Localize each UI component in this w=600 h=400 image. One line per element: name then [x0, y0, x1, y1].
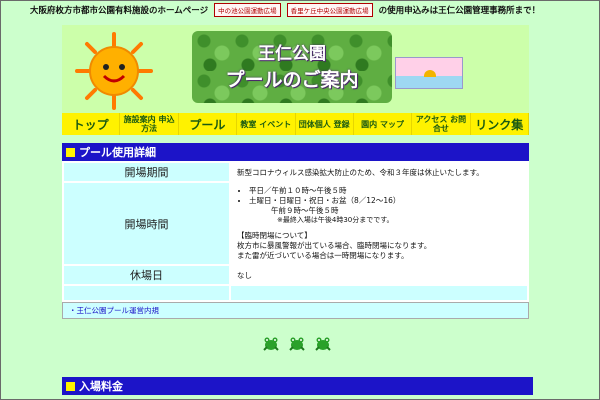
fees-section-title: 入場料金: [79, 380, 123, 393]
frog-icon: [263, 337, 279, 351]
temp-closure-line2: また雷が近づいている場合は一時閉場になります。: [237, 251, 409, 260]
nav-registration[interactable]: 団体個人 登録: [295, 113, 354, 135]
hours-label: 開場時間: [62, 181, 231, 266]
nav-classes-events[interactable]: 教室 イベント: [237, 113, 296, 135]
nav-pool[interactable]: プール: [178, 113, 238, 135]
regulations-link[interactable]: ・王仁公園プール運営内規: [62, 302, 529, 319]
title-leaf-banner: 王仁公園 プールのご案内: [192, 31, 392, 103]
nav-park-map[interactable]: 園内 マップ: [353, 113, 413, 135]
frog-divider: [262, 336, 332, 352]
header-title-line1: 王仁公園: [258, 44, 326, 64]
hours-value: 平日／午前１０時〜午後５時 土曜日・日曜日・祝日・お盆（8／12〜16） 午前９…: [229, 181, 529, 266]
period-value: 新型コロナウィルス感染拡大防止のため、令和３年度は休止いたします。: [229, 161, 529, 183]
nav-access-contact[interactable]: アクセス お問合せ: [412, 113, 471, 135]
table-row: 開場期間 新型コロナウィルス感染拡大防止のため、令和３年度は休止いたします。: [62, 161, 529, 183]
header-title-line2: プールのご案内: [225, 69, 359, 91]
top-note: の使用申込みは王仁公園管理事務所まで！: [378, 6, 541, 16]
frog-icon: [289, 337, 305, 351]
section-header: プール使用詳細: [62, 143, 529, 161]
table-row: 開場時間 平日／午前１０時〜午後５時 土曜日・日曜日・祝日・お盆（8／12〜16…: [62, 181, 529, 266]
fees-section-header: 入場料金: [62, 377, 533, 395]
table-row: 休場日 なし: [62, 264, 529, 286]
section-title: プール使用詳細: [79, 146, 156, 159]
hours-weekend-time: 午前９時〜午後５時: [271, 206, 339, 215]
main-nav: トップ 施設案内 申込方法 プール 教室 イベント 団体個人 登録 園内 マップ…: [62, 113, 529, 135]
closed-label: 休場日: [62, 264, 231, 286]
square-bullet-icon: [66, 147, 75, 157]
temp-closure-title: 【臨時閉場について】: [237, 231, 312, 240]
pool-sunset-icon: [395, 57, 463, 89]
details-table: 開場期間 新型コロナウィルス感染拡大防止のため、令和３年度は休止いたします。 開…: [62, 161, 529, 302]
hours-list: 平日／午前１０時〜午後５時 土曜日・日曜日・祝日・お盆（8／12〜16）: [237, 186, 521, 206]
top-bar: 大阪府枚方市都市公園有料施設のホームページ 中の池公園運動広場 香里ケ丘中央公園…: [30, 2, 590, 18]
link-kourigaoka[interactable]: 香里ケ丘中央公園運動広場: [286, 3, 373, 17]
temp-closure-line1: 枚方市に暴風警報が出ている場合、臨時閉場になります。: [237, 241, 432, 250]
hours-weekend: 土曜日・日曜日・祝日・お盆（8／12〜16）: [249, 196, 521, 206]
frog-icon: [315, 337, 331, 351]
square-bullet-icon: [66, 381, 75, 391]
nav-facilities[interactable]: 施設案内 申込方法: [120, 113, 179, 135]
page-header: 王仁公園 プールのご案内: [62, 25, 529, 113]
hours-weekday: 平日／午前１０時〜午後５時: [249, 186, 521, 196]
nav-top[interactable]: トップ: [62, 113, 121, 135]
hours-note: ※最終入場は午後4時30分までです。: [277, 216, 394, 224]
sun-face-icon: [75, 32, 153, 110]
empty-cell: [62, 284, 231, 302]
site-title: 大阪府枚方市都市公園有料施設のホームページ: [30, 6, 209, 16]
period-label: 開場期間: [62, 161, 231, 183]
closed-value: なし: [229, 264, 529, 286]
pool-details: プール使用詳細 開場期間 新型コロナウィルス感染拡大防止のため、令和３年度は休止…: [62, 143, 529, 319]
nav-links[interactable]: リンク集: [470, 113, 529, 135]
link-nakanoike[interactable]: 中の池公園運動広場: [214, 3, 281, 17]
empty-cell: [229, 284, 529, 302]
table-row: [62, 284, 529, 302]
